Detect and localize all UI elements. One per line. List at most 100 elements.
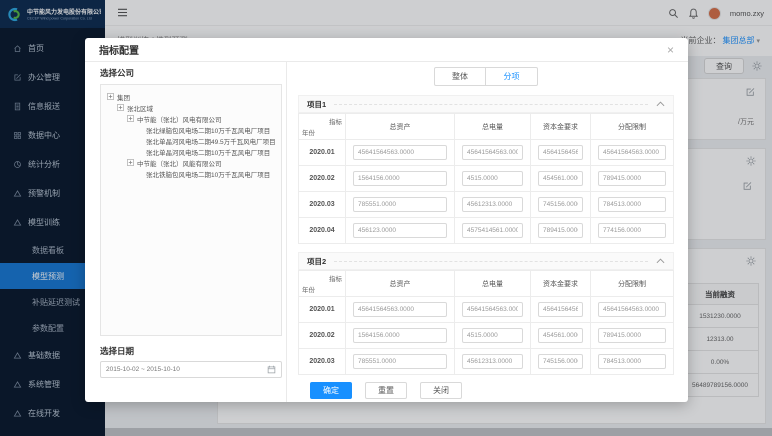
year-cell: 2020.03: [298, 191, 346, 218]
chevron-up-icon[interactable]: [656, 101, 665, 107]
tree-toggle-icon[interactable]: [127, 159, 134, 166]
project2-table: 指标 年份 总资产 总电量 资本金要求 分配限制 2020.01 4564156…: [298, 270, 674, 375]
table-row: 2020.02: [298, 165, 674, 192]
value-input[interactable]: [353, 197, 447, 212]
value-input[interactable]: [598, 328, 666, 343]
year-cell: 2020.02: [298, 165, 346, 192]
tree-node-project[interactable]: 张北绿脑包风电场二期10万千瓦风电厂项目: [105, 124, 277, 135]
value-input[interactable]: [598, 145, 666, 160]
tab-overall[interactable]: 整体: [434, 67, 486, 86]
value-input[interactable]: [538, 197, 583, 212]
project1-table: 指标 年份 总资产 总电量 资本金要求 分配限制 2020.01 4564156…: [298, 113, 674, 244]
value-input[interactable]: [598, 197, 666, 212]
tree-node-project[interactable]: 张北单晶河风电场二期49.5万千瓦风电厂项目: [105, 135, 277, 146]
col-header-capital-req: 资本金要求: [530, 270, 591, 297]
diag-indicator-label: 指标: [329, 119, 342, 126]
col-header-dist-limit: 分配限制: [590, 270, 674, 297]
value-input[interactable]: [598, 354, 666, 369]
year-cell: 2020.02: [298, 322, 346, 349]
tree-toggle-icon[interactable]: [127, 115, 134, 122]
indicator-config-modal: 指标配置 × 选择公司 集团 张北区域 中节能（张北）风电有限公司 张北绿脑包风…: [85, 38, 688, 402]
tree-node-region[interactable]: 张北区域: [105, 102, 277, 113]
value-input[interactable]: [353, 302, 447, 317]
tree-node-company[interactable]: 中节能（张北）风电有限公司: [105, 113, 277, 124]
table-row: 2020.03: [298, 191, 674, 218]
diagonal-header-cell: 指标 年份: [298, 270, 346, 297]
value-input[interactable]: [598, 223, 666, 238]
value-input[interactable]: [462, 302, 523, 317]
value-input[interactable]: [353, 171, 447, 186]
select-date-label: 选择日期: [100, 346, 135, 356]
table-row: 2020.01: [298, 296, 674, 323]
date-range-input[interactable]: 2015-10-02 ~ 2015-10-10: [100, 361, 282, 378]
project2-title: 项目2: [307, 256, 327, 266]
col-header-total-power: 总电量: [454, 270, 531, 297]
tree-node-label: 张北铁脑包风电场二期10万千瓦风电厂项目: [146, 171, 271, 179]
tree-node-label: 张北绿脑包风电场二期10万千瓦风电厂项目: [146, 127, 271, 135]
company-tree: 集团 张北区域 中节能（张北）风电有限公司 张北绿脑包风电场二期10万千瓦风电厂…: [100, 84, 282, 336]
value-input[interactable]: [538, 354, 583, 369]
value-input[interactable]: [353, 328, 447, 343]
table-header-row: 指标 年份 总资产 总电量 资本金要求 分配限制: [298, 113, 674, 140]
value-input[interactable]: [353, 145, 447, 160]
diagonal-header-cell: 指标 年份: [298, 113, 346, 140]
col-header-total-assets: 总资产: [345, 270, 455, 297]
project2-section-bar[interactable]: 项目2: [298, 252, 674, 270]
value-input[interactable]: [462, 354, 523, 369]
value-input[interactable]: [462, 197, 523, 212]
tab-itemized[interactable]: 分项: [486, 67, 538, 86]
value-input[interactable]: [462, 171, 523, 186]
value-input[interactable]: [538, 223, 583, 238]
modal-header: 指标配置 ×: [85, 38, 688, 62]
project1-section-bar[interactable]: 项目1: [298, 95, 674, 113]
year-cell: 2020.03: [298, 348, 346, 375]
value-input[interactable]: [462, 145, 523, 160]
tree-node-project[interactable]: 张北单晶河风电场二期10万千瓦风电厂项目: [105, 146, 277, 157]
tree-node-label: 张北单晶河风电场二期10万千瓦风电厂项目: [146, 149, 271, 157]
modal-title: 指标配置: [99, 46, 139, 57]
year-cell: 2020.01: [298, 139, 346, 166]
section-divider: [334, 103, 648, 105]
value-input[interactable]: [538, 171, 583, 186]
table-row: 2020.03: [298, 348, 674, 375]
tree-node-company[interactable]: 中节能（张北）风能有限公司: [105, 157, 277, 168]
section-divider: [334, 260, 648, 262]
close-icon[interactable]: ×: [667, 44, 674, 56]
company-select-panel: 选择公司 集团 张北区域 中节能（张北）风电有限公司 张北绿脑包风电场二期10万…: [85, 62, 286, 402]
year-cell: 2020.01: [298, 296, 346, 323]
confirm-button[interactable]: 确定: [310, 382, 352, 399]
value-input[interactable]: [462, 223, 523, 238]
tree-node-label: 中节能（张北）风能有限公司: [137, 160, 222, 168]
value-input[interactable]: [462, 328, 523, 343]
tree-node-label: 张北单晶河风电场二期49.5万千瓦风电厂项目: [146, 138, 276, 146]
modal-body: 选择公司 集团 张北区域 中节能（张北）风电有限公司 张北绿脑包风电场二期10万…: [85, 62, 688, 402]
value-input[interactable]: [538, 145, 583, 160]
value-input[interactable]: [598, 171, 666, 186]
value-input[interactable]: [353, 354, 447, 369]
table-header-row: 指标 年份 总资产 总电量 资本金要求 分配限制: [298, 270, 674, 297]
date-range-value: 2015-10-02 ~ 2015-10-10: [106, 366, 180, 373]
calendar-icon: [267, 365, 276, 374]
value-input[interactable]: [538, 328, 583, 343]
value-input[interactable]: [538, 302, 583, 317]
tree-toggle-icon[interactable]: [117, 104, 124, 111]
diag-year-label: 年份: [302, 130, 315, 137]
tree-node-project[interactable]: 张北铁脑包风电场二期10万千瓦风电厂项目: [105, 168, 277, 179]
chevron-up-icon[interactable]: [656, 258, 665, 264]
app-root: 中节能风力发电股份有限公司 CECEP Wind power Corporati…: [0, 0, 772, 436]
value-input[interactable]: [598, 302, 666, 317]
col-header-total-assets: 总资产: [345, 113, 455, 140]
year-cell: 2020.04: [298, 217, 346, 244]
value-input[interactable]: [353, 223, 447, 238]
select-company-label: 选择公司: [100, 68, 135, 78]
tree-toggle-icon[interactable]: [107, 93, 114, 100]
tree-node-label: 张北区域: [127, 105, 153, 113]
diag-year-label: 年份: [302, 287, 315, 294]
close-button[interactable]: 关闭: [420, 382, 462, 399]
col-header-dist-limit: 分配限制: [590, 113, 674, 140]
mode-tabs: 整体 分项: [298, 67, 674, 86]
tree-node-group[interactable]: 集团: [105, 91, 277, 102]
modal-footer-buttons: 确定 重置 关闭: [310, 382, 674, 399]
tree-node-label: 中节能（张北）风电有限公司: [137, 116, 222, 124]
reset-button[interactable]: 重置: [365, 382, 407, 399]
